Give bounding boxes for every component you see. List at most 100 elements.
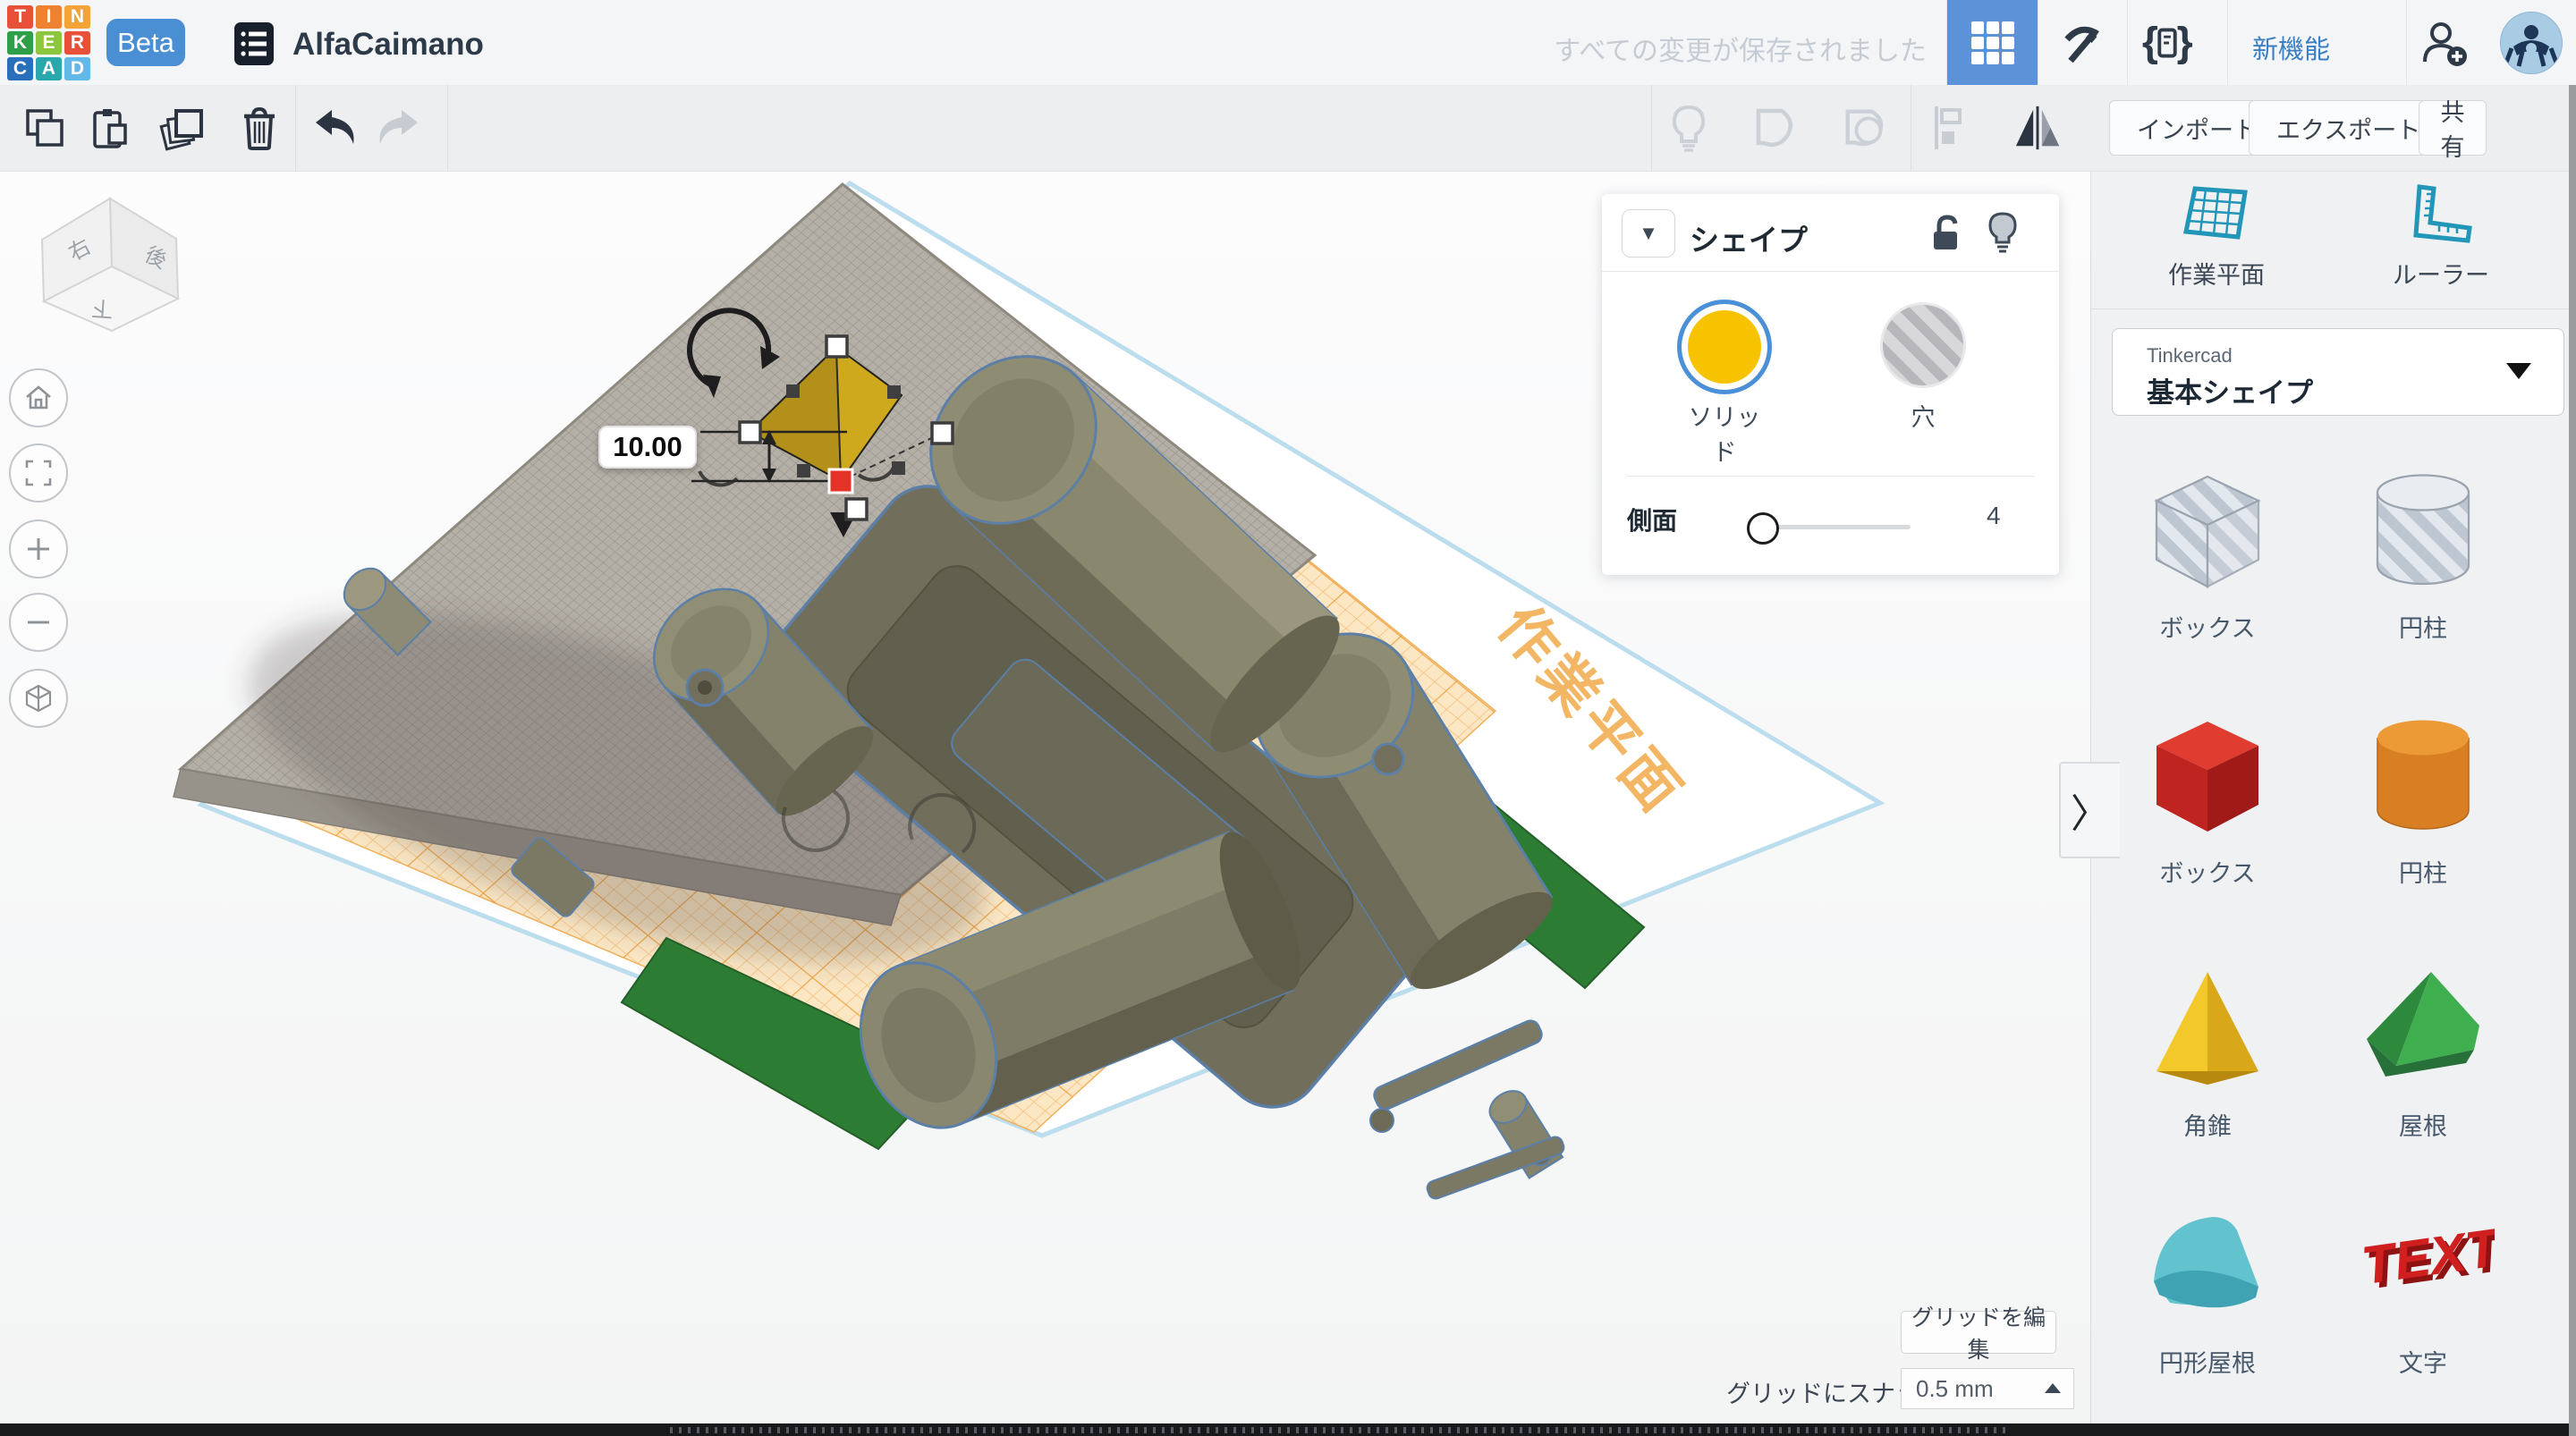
- caption-text-blur: [670, 1427, 2010, 1433]
- shape-label: ボックス: [2109, 609, 2306, 644]
- shape-cylinder[interactable]: 円柱: [2325, 708, 2521, 889]
- ruler-icon: [2407, 183, 2475, 246]
- beta-badge[interactable]: Beta: [106, 19, 185, 66]
- show-all-button[interactable]: [1664, 103, 1714, 153]
- perspective-cube-icon: [22, 682, 55, 714]
- undo-button[interactable]: [311, 103, 361, 153]
- paste-button[interactable]: [85, 103, 135, 153]
- dashboard-grid-button[interactable]: [1947, 0, 2038, 85]
- align-button[interactable]: [1927, 103, 1977, 153]
- edit-grid-button[interactable]: グリッドを編集: [1901, 1311, 2056, 1354]
- svg-text:{: {: [2142, 19, 2158, 65]
- invite-user-button[interactable]: [2417, 20, 2470, 66]
- view-cube[interactable]: 右 後 下: [27, 188, 233, 367]
- snap-grid-value: 0.5 mm: [1916, 1375, 1994, 1403]
- box-hole-icon: [2136, 463, 2279, 597]
- person-add-icon: [2418, 17, 2470, 69]
- trash-icon: [237, 104, 282, 152]
- user-avatar[interactable]: [2500, 12, 2563, 74]
- tinkercad-logo[interactable]: T I N K E R C A D: [7, 5, 90, 80]
- ruler-tool[interactable]: ルーラー: [2351, 183, 2530, 291]
- align-icon: [1929, 103, 1974, 153]
- paste-icon: [88, 106, 132, 150]
- sides-label: 側面: [1627, 502, 1677, 537]
- ruler-tool-label: ルーラー: [2351, 256, 2530, 291]
- inspector-header: ▼ シェイプ: [1602, 194, 2059, 272]
- mirror-button[interactable]: [2012, 103, 2063, 153]
- duplicate-icon: [158, 104, 207, 152]
- fit-view-icon: [23, 458, 54, 488]
- panel-collapse-button[interactable]: 〉: [2059, 762, 2120, 858]
- snap-grid-select[interactable]: 0.5 mm: [1901, 1368, 2074, 1409]
- shapes-panel: 作業平面 ルーラー Tinkercad 基本シェイプ: [2090, 171, 2576, 1436]
- unlock-icon[interactable]: [1928, 214, 1964, 253]
- workplane-tool[interactable]: 作業平面: [2127, 183, 2306, 291]
- home-view-button[interactable]: [9, 368, 68, 427]
- shape-box[interactable]: ボックス: [2109, 708, 2306, 889]
- inspector-collapse-button[interactable]: ▼: [1622, 209, 1675, 258]
- share-button[interactable]: 共有: [2419, 100, 2487, 156]
- copy-button[interactable]: [20, 103, 70, 153]
- design-title[interactable]: AlfaCaimano: [292, 27, 484, 63]
- zoom-out-button[interactable]: [9, 593, 68, 652]
- logo-tile: R: [64, 31, 90, 55]
- new-features-link[interactable]: 新機能: [2252, 29, 2330, 66]
- save-status: すべての変更が保存されました: [1554, 29, 1927, 68]
- group-button[interactable]: [1751, 103, 1801, 153]
- visibility-bulb-icon[interactable]: [1987, 212, 2019, 255]
- view-cube-bottom-label[interactable]: 下: [91, 295, 114, 321]
- minus-icon: [23, 607, 54, 638]
- inspector-title: シェイプ: [1690, 216, 1808, 259]
- logo-tile: C: [7, 57, 33, 80]
- active-scale-handle[interactable]: [829, 469, 852, 493]
- caption-bar: [0, 1423, 2576, 1436]
- shape-text[interactable]: TEXT TEXT 文字: [2325, 1198, 2521, 1379]
- logo-tile: E: [36, 31, 62, 55]
- shape-label: 円柱: [2325, 854, 2521, 889]
- shape-pyramid[interactable]: 角錐: [2109, 961, 2306, 1142]
- shape-library-dropdown[interactable]: Tinkercad 基本シェイプ: [2112, 328, 2564, 416]
- divider: [2227, 0, 2228, 85]
- fit-view-button[interactable]: [9, 443, 68, 503]
- box-icon: [2136, 708, 2279, 842]
- hole-label: 穴: [1880, 398, 1966, 433]
- shape-box-hole[interactable]: ボックス: [2109, 463, 2306, 644]
- divider: [2406, 0, 2407, 85]
- tinker-pickaxe-button[interactable]: [2055, 20, 2108, 66]
- duplicate-button[interactable]: [157, 103, 208, 153]
- lightbulb-icon: [1669, 104, 1708, 152]
- codeblocks-button[interactable]: { }: [2140, 20, 2194, 66]
- round-roof-icon: [2136, 1198, 2279, 1332]
- redo-button[interactable]: [372, 103, 422, 153]
- ungroup-button[interactable]: [1841, 103, 1891, 153]
- shape-round-roof[interactable]: 円形屋根: [2109, 1198, 2306, 1379]
- codeblocks-icon: { }: [2140, 19, 2194, 67]
- perspective-toggle-button[interactable]: [9, 669, 68, 728]
- sides-slider-knob[interactable]: [1747, 512, 1779, 545]
- chevron-up-icon: [2045, 1383, 2061, 1393]
- delete-button[interactable]: [234, 103, 284, 153]
- page-scrollbar[interactable]: [2569, 85, 2576, 1436]
- home-icon: [23, 383, 54, 413]
- logo-tile: K: [7, 31, 33, 55]
- workplane-tool-label: 作業平面: [2127, 256, 2306, 291]
- design-properties-icon[interactable]: [233, 21, 275, 72]
- pickaxe-icon: [2058, 20, 2105, 66]
- dimension-label[interactable]: 10.00: [599, 427, 696, 468]
- shape-label: 屋根: [2325, 1107, 2521, 1142]
- solid-label: ソリッド: [1677, 398, 1772, 468]
- svg-text:}: }: [2177, 19, 2193, 65]
- group-icon: [1751, 104, 1801, 152]
- shape-label: ボックス: [2109, 854, 2306, 889]
- hole-option[interactable]: [1880, 302, 1966, 388]
- shape-roof[interactable]: 屋根: [2325, 961, 2521, 1142]
- shape-cylinder-hole[interactable]: 円柱: [2325, 463, 2521, 644]
- tinkercad-app: 作業平面: [0, 0, 2576, 1436]
- logo-tile: I: [36, 5, 62, 29]
- divider: [1627, 476, 2034, 477]
- shape-label: 文字: [2325, 1344, 2521, 1379]
- logo-tile: T: [7, 5, 33, 29]
- logo-tile: N: [64, 5, 90, 29]
- zoom-in-button[interactable]: [9, 519, 68, 579]
- solid-option[interactable]: [1677, 300, 1772, 394]
